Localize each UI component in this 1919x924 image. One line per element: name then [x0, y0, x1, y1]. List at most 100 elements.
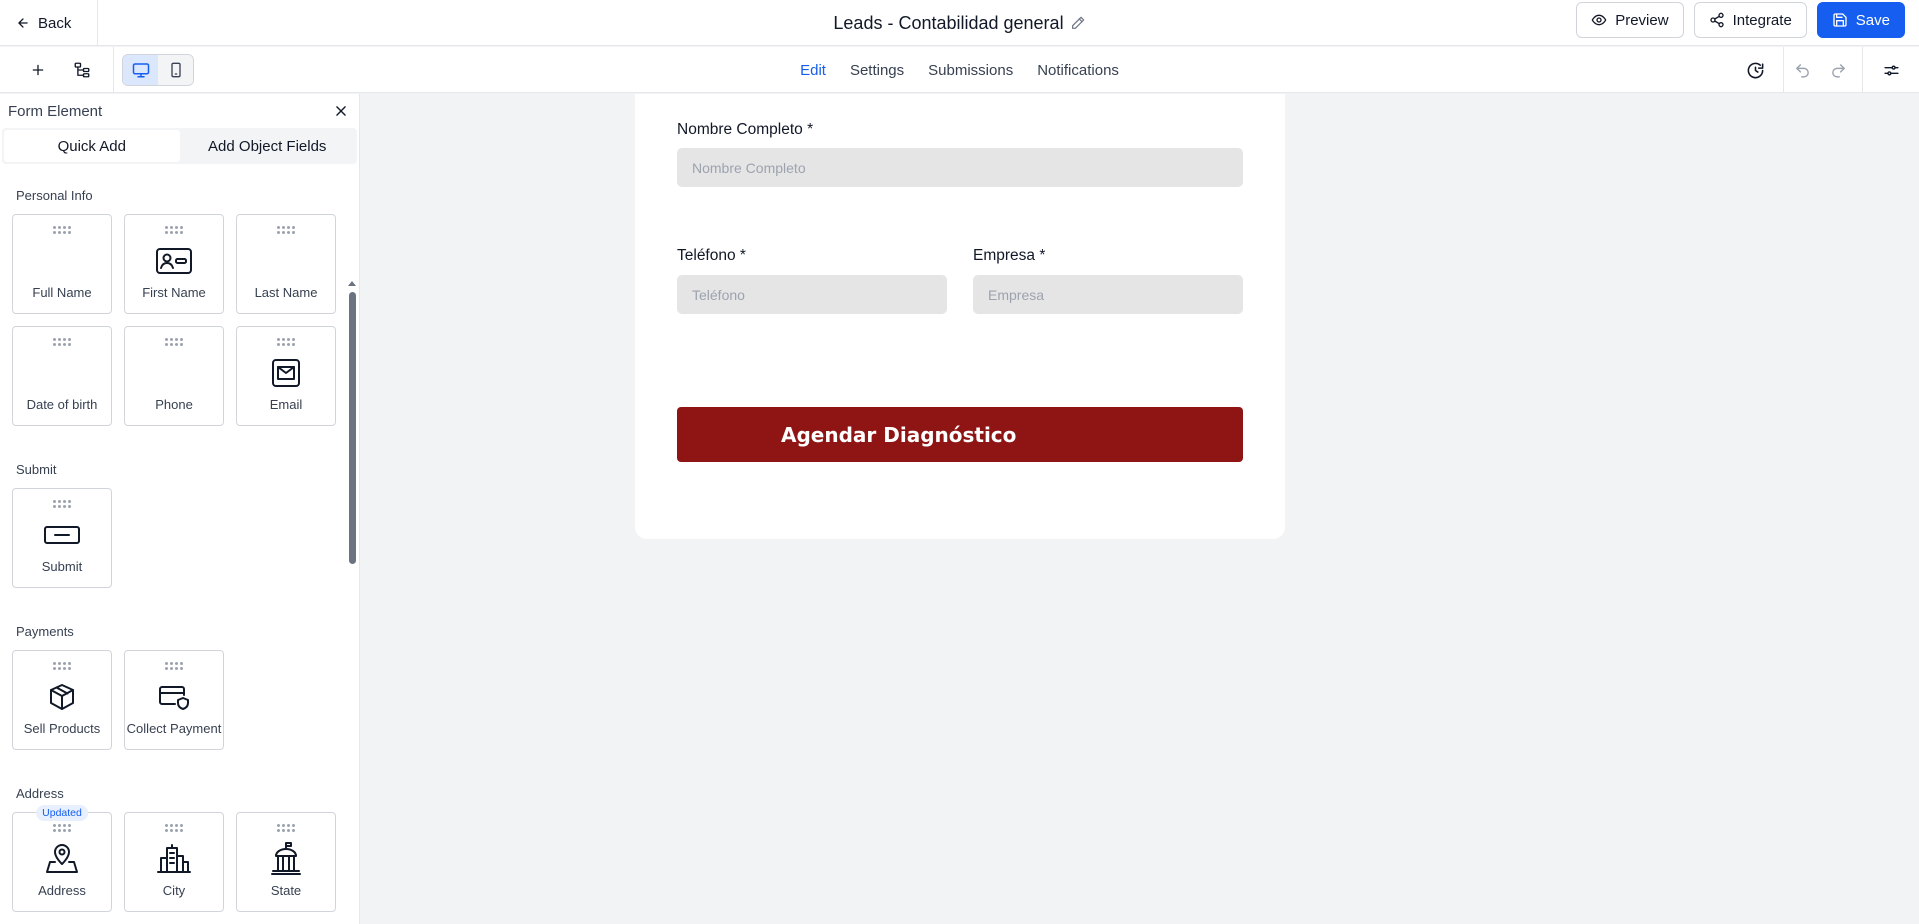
element-label: Phone — [155, 397, 193, 412]
panel-tabs: Quick Add Add Object Fields — [2, 128, 357, 164]
element-label: Date of birth — [26, 397, 98, 412]
element-sell-products[interactable]: Sell Products — [12, 650, 112, 750]
desktop-view-button[interactable] — [123, 55, 158, 85]
undo-icon — [1795, 63, 1809, 78]
phone-input[interactable] — [677, 275, 947, 314]
form-title[interactable]: Leads - Contabilidad general — [833, 13, 1063, 34]
box-icon — [13, 677, 111, 717]
drag-handle-icon — [165, 226, 183, 234]
layers-button[interactable] — [70, 58, 94, 82]
integrate-button[interactable]: Integrate — [1693, 2, 1807, 38]
toolbar-divider — [113, 47, 114, 93]
drag-handle-icon — [277, 226, 295, 234]
element-full-name[interactable]: Full Name — [12, 214, 112, 314]
save-label: Save — [1855, 11, 1890, 29]
tab-quick-add[interactable]: Quick Add — [4, 130, 180, 162]
toolbar-right — [1737, 47, 1919, 93]
element-submit[interactable]: Submit — [12, 488, 112, 588]
top-bar: Back Leads - Contabilidad general Previe… — [0, 0, 1919, 46]
eye-icon — [1591, 14, 1607, 26]
updated-badge: Updated — [36, 805, 88, 821]
close-icon[interactable] — [331, 101, 351, 121]
element-label: State — [270, 883, 302, 898]
back-label: Back — [38, 14, 72, 32]
element-phone[interactable]: Phone — [124, 326, 224, 426]
editor-tabs: Edit Settings Submissions Notifications — [0, 47, 1919, 93]
drag-handle-icon — [53, 338, 71, 346]
element-last-name[interactable]: Last Name — [236, 214, 336, 314]
scroll-up-arrow-icon[interactable] — [347, 278, 357, 288]
tab-submissions[interactable]: Submissions — [928, 62, 1013, 79]
element-collect-payment[interactable]: Collect Payment — [124, 650, 224, 750]
full-name-input[interactable] — [677, 148, 1243, 187]
mobile-view-button[interactable] — [158, 55, 193, 85]
toolbar-left — [26, 47, 94, 93]
company-label: Empresa * — [973, 247, 1046, 264]
hierarchy-icon — [74, 62, 90, 78]
style-settings-button[interactable] — [1863, 47, 1919, 93]
capitol-icon — [237, 839, 335, 879]
envelope-icon — [237, 353, 335, 393]
monitor-icon — [132, 63, 149, 78]
smartphone-icon — [170, 62, 181, 78]
plus-icon — [32, 64, 44, 76]
save-button[interactable]: Save — [1816, 2, 1905, 38]
floppy-icon — [1833, 13, 1847, 27]
preview-label: Preview — [1615, 11, 1669, 29]
tab-edit[interactable]: Edit — [800, 62, 826, 79]
element-state[interactable]: State — [236, 812, 336, 912]
top-actions: Preview Integrate Save — [1576, 2, 1905, 38]
city-icon — [125, 839, 223, 879]
element-city[interactable]: City — [124, 812, 224, 912]
tab-add-object-fields[interactable]: Add Object Fields — [180, 130, 356, 162]
full-name-label: Nombre Completo * — [677, 121, 814, 138]
element-label: Sell Products — [23, 721, 101, 736]
sidebar-scrollbar[interactable] — [349, 292, 356, 564]
element-label: Collect Payment — [126, 721, 222, 736]
history-icon — [1747, 62, 1763, 78]
redo-button[interactable] — [1820, 47, 1856, 93]
map-pin-icon — [13, 839, 111, 879]
integrate-label: Integrate — [1732, 11, 1792, 29]
element-label: Full Name — [32, 285, 92, 300]
drag-handle-icon — [277, 824, 295, 832]
add-element-button[interactable] — [26, 58, 50, 82]
drag-handle-icon — [165, 824, 183, 832]
section-label-payments: Payments — [16, 624, 74, 639]
preview-button[interactable]: Preview — [1576, 2, 1684, 38]
undo-button[interactable] — [1784, 47, 1820, 93]
submit-button-icon — [13, 515, 111, 555]
tab-settings[interactable]: Settings — [850, 62, 904, 79]
element-address[interactable]: Updated Address — [12, 805, 112, 912]
tab-notifications[interactable]: Notifications — [1037, 62, 1119, 79]
redo-icon — [1831, 63, 1845, 78]
drag-handle-icon — [277, 338, 295, 346]
element-label: Email — [269, 397, 303, 412]
element-first-name[interactable]: First Name — [124, 214, 224, 314]
element-label: Address — [38, 883, 86, 898]
sliders-icon — [1883, 65, 1899, 75]
arrow-left-icon — [18, 18, 28, 28]
panel-title: Form Element — [8, 102, 103, 120]
share-icon — [1709, 12, 1724, 28]
section-label-personal-info: Personal Info — [16, 188, 93, 203]
element-label: Last Name — [254, 285, 318, 300]
submit-button[interactable]: Agendar Diagnóstico — [677, 407, 1243, 462]
drag-handle-icon — [53, 226, 71, 234]
drag-handle-icon — [53, 824, 71, 832]
panel-header: Form Element — [0, 94, 359, 128]
section-label-submit: Submit — [16, 462, 57, 477]
section-label-address: Address — [16, 786, 64, 801]
device-toggle — [122, 54, 194, 86]
element-label: First Name — [142, 285, 206, 300]
pencil-icon[interactable] — [1070, 15, 1086, 31]
company-input[interactable] — [973, 275, 1243, 314]
history-button[interactable] — [1737, 47, 1773, 93]
form-element-panel: Form Element Quick Add Add Object Fields… — [0, 94, 360, 924]
element-date-of-birth[interactable]: Date of birth — [12, 326, 112, 426]
form-preview-card: Nombre Completo * Teléfono * Empresa * A… — [635, 94, 1285, 539]
editor-toolbar: Edit Settings Submissions Notifications — [0, 47, 1919, 93]
back-button[interactable]: Back — [0, 0, 98, 46]
drag-handle-icon — [53, 500, 71, 508]
element-email[interactable]: Email — [236, 326, 336, 426]
